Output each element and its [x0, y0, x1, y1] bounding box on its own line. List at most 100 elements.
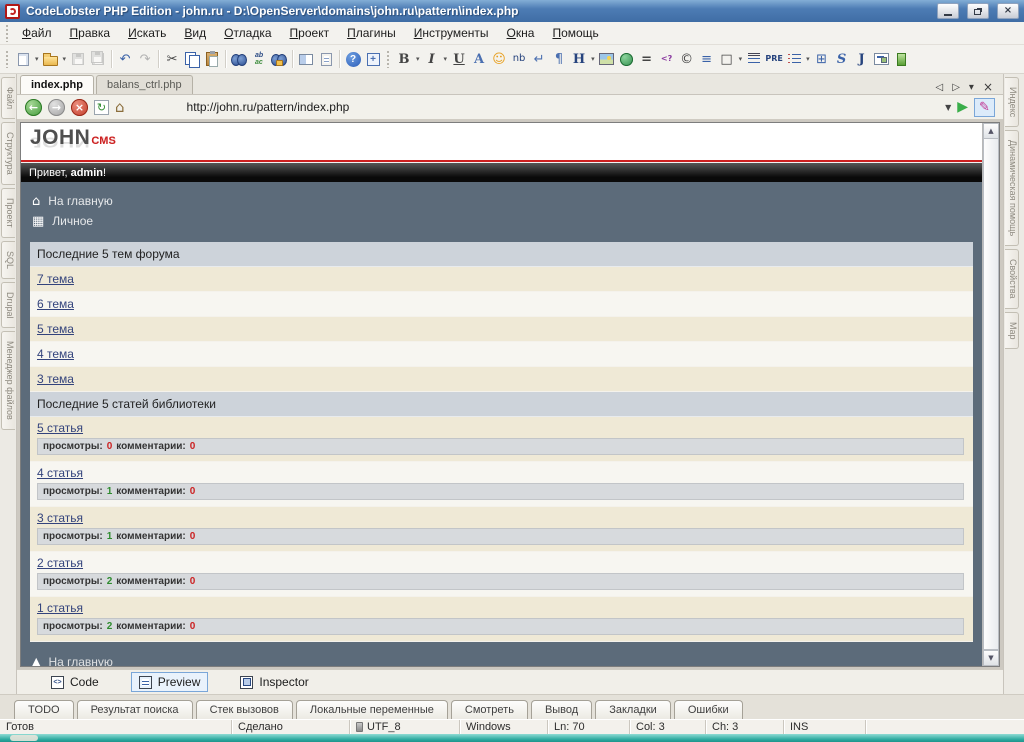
menu-windows[interactable]: Окна — [498, 23, 544, 43]
forum-topic-link[interactable]: 3 тема — [37, 372, 74, 386]
menu-tools[interactable]: Инструменты — [405, 23, 498, 43]
sidebar-tab-project[interactable]: Проект — [1, 188, 15, 238]
smiley-button[interactable]: ☺ — [489, 48, 509, 70]
save-all-button[interactable] — [88, 48, 108, 70]
list-button[interactable] — [784, 48, 804, 70]
find-in-files-button[interactable] — [269, 48, 289, 70]
menu-debug[interactable]: Отладка — [215, 23, 280, 43]
browser-stop-button[interactable]: × — [71, 99, 88, 116]
sidebar-tab-index[interactable]: Индекс — [1005, 77, 1019, 127]
url-dropdown-icon[interactable]: ▼ — [945, 103, 951, 112]
cut-button[interactable]: ✂ — [162, 48, 182, 70]
article-link[interactable]: 4 статья — [37, 466, 83, 480]
forum-topic-link[interactable]: 4 тема — [37, 347, 74, 361]
menu-project[interactable]: Проект — [281, 23, 339, 43]
redo-button[interactable]: ↷ — [135, 48, 155, 70]
save-button[interactable] — [68, 48, 88, 70]
open-file-dropdown[interactable]: ▾ — [61, 55, 69, 63]
heading-dropdown[interactable]: ▾ — [589, 55, 597, 63]
edit-mode-button[interactable]: ✎ — [974, 98, 995, 117]
bold-dropdown[interactable]: ▾ — [414, 55, 422, 63]
tab-list-icon[interactable]: ▾ — [969, 82, 974, 93]
new-file-dropdown[interactable]: ▾ — [33, 55, 41, 63]
help-button[interactable]: ? — [343, 48, 363, 70]
italic-dropdown[interactable]: ▾ — [442, 55, 450, 63]
forum-topic-link[interactable]: 7 тема — [37, 272, 74, 286]
justify-button[interactable]: ≡ — [697, 48, 717, 70]
javascript-button[interactable]: J — [852, 48, 872, 70]
table-button[interactable]: ⊞ — [812, 48, 832, 70]
sidebar-tab-map[interactable]: Map — [1005, 312, 1019, 350]
sidebar-tab-structure[interactable]: Структура — [1, 122, 15, 185]
panel-tab-todo[interactable]: TODO — [14, 700, 74, 719]
minimize-button[interactable] — [937, 3, 959, 19]
view-tab-preview[interactable]: Preview — [131, 672, 209, 692]
script-button[interactable]: <? — [657, 48, 677, 70]
restore-button[interactable] — [967, 3, 989, 19]
forum-topic-link[interactable]: 6 тема — [37, 297, 74, 311]
browser-refresh-button[interactable]: ↻ — [94, 100, 109, 115]
div-dropdown[interactable]: ▾ — [737, 55, 745, 63]
article-link[interactable]: 5 статья — [37, 421, 83, 435]
tab-scroll-left-icon[interactable]: ◁ — [936, 82, 944, 93]
menu-edit[interactable]: Правка — [61, 23, 120, 43]
undo-button[interactable]: ↶ — [115, 48, 135, 70]
split-view-button[interactable] — [296, 48, 316, 70]
italic-button[interactable]: I — [422, 48, 442, 70]
find-button[interactable] — [229, 48, 249, 70]
font-button[interactable]: A — [469, 48, 489, 70]
underline-button[interactable]: U — [449, 48, 469, 70]
heading-button[interactable]: H — [569, 48, 589, 70]
browser-back-button[interactable]: ← — [25, 99, 42, 116]
close-button[interactable]: × — [997, 3, 1019, 19]
forum-topic-link[interactable]: 5 тема — [37, 322, 74, 336]
line-break-button[interactable]: ↵ — [529, 48, 549, 70]
replace-button[interactable]: abac — [249, 48, 269, 70]
article-link[interactable]: 2 статья — [37, 556, 83, 570]
menu-plugins[interactable]: Плагины — [338, 23, 405, 43]
sidebar-tab-drupal[interactable]: Drupal — [1, 282, 15, 329]
div-button[interactable]: □ — [717, 48, 737, 70]
scroll-down-icon[interactable]: ▼ — [983, 650, 999, 666]
panel-tab-errors[interactable]: Ошибки — [674, 700, 743, 719]
hr-button[interactable]: = — [637, 48, 657, 70]
browser-home-button[interactable]: ⌂ — [115, 98, 125, 116]
scrollbar-thumb[interactable] — [983, 139, 999, 650]
menu-view[interactable]: Вид — [175, 23, 215, 43]
document-panel-button[interactable] — [316, 48, 336, 70]
sidebar-tab-file[interactable]: Файл — [1, 77, 15, 119]
list-dropdown[interactable]: ▾ — [804, 55, 812, 63]
menu-search[interactable]: Искать — [119, 23, 175, 43]
bold-button[interactable]: B — [394, 48, 414, 70]
editor-tab-balans[interactable]: balans_ctrl.php — [96, 75, 193, 94]
run-button[interactable]: ▶ — [957, 99, 968, 115]
panel-tab-search-results[interactable]: Результат поиска — [77, 700, 193, 719]
menu-file[interactable]: Файл — [13, 23, 61, 43]
footer-home-link[interactable]: ▲ На главную — [21, 655, 982, 666]
panel-tab-bookmarks[interactable]: Закладки — [595, 700, 671, 719]
editor-tab-index[interactable]: index.php — [20, 75, 94, 94]
open-file-button[interactable] — [41, 48, 61, 70]
panel-tab-watch[interactable]: Смотреть — [451, 700, 528, 719]
paragraph-button[interactable]: ¶ — [549, 48, 569, 70]
nav-home-link[interactable]: ⌂ На главную — [21, 191, 982, 211]
php-button[interactable] — [892, 48, 912, 70]
copy-button[interactable] — [182, 48, 202, 70]
tab-close-icon[interactable]: × — [983, 80, 993, 94]
panel-tab-call-stack[interactable]: Стек вызовов — [196, 700, 293, 719]
tab-scroll-right-icon[interactable]: ▷ — [952, 82, 960, 93]
sidebar-tab-file-manager[interactable]: Менеджер файлов — [1, 331, 15, 430]
sidebar-tab-sql[interactable]: SQL — [1, 241, 15, 279]
paste-button[interactable] — [202, 48, 222, 70]
view-tab-code[interactable]: <> Code — [43, 672, 107, 692]
link-button[interactable] — [617, 48, 637, 70]
image-button[interactable] — [597, 48, 617, 70]
form-button[interactable] — [872, 48, 892, 70]
nav-personal-link[interactable]: ▦ Личное — [21, 211, 982, 231]
view-tab-inspector[interactable]: Inspector — [232, 672, 316, 692]
align-top-button[interactable] — [744, 48, 764, 70]
scroll-up-icon[interactable]: ▲ — [983, 123, 999, 139]
panel-tab-local-variables[interactable]: Локальные переменные — [296, 700, 448, 719]
new-file-button[interactable] — [13, 48, 33, 70]
nbsp-button[interactable]: nb — [509, 48, 529, 70]
